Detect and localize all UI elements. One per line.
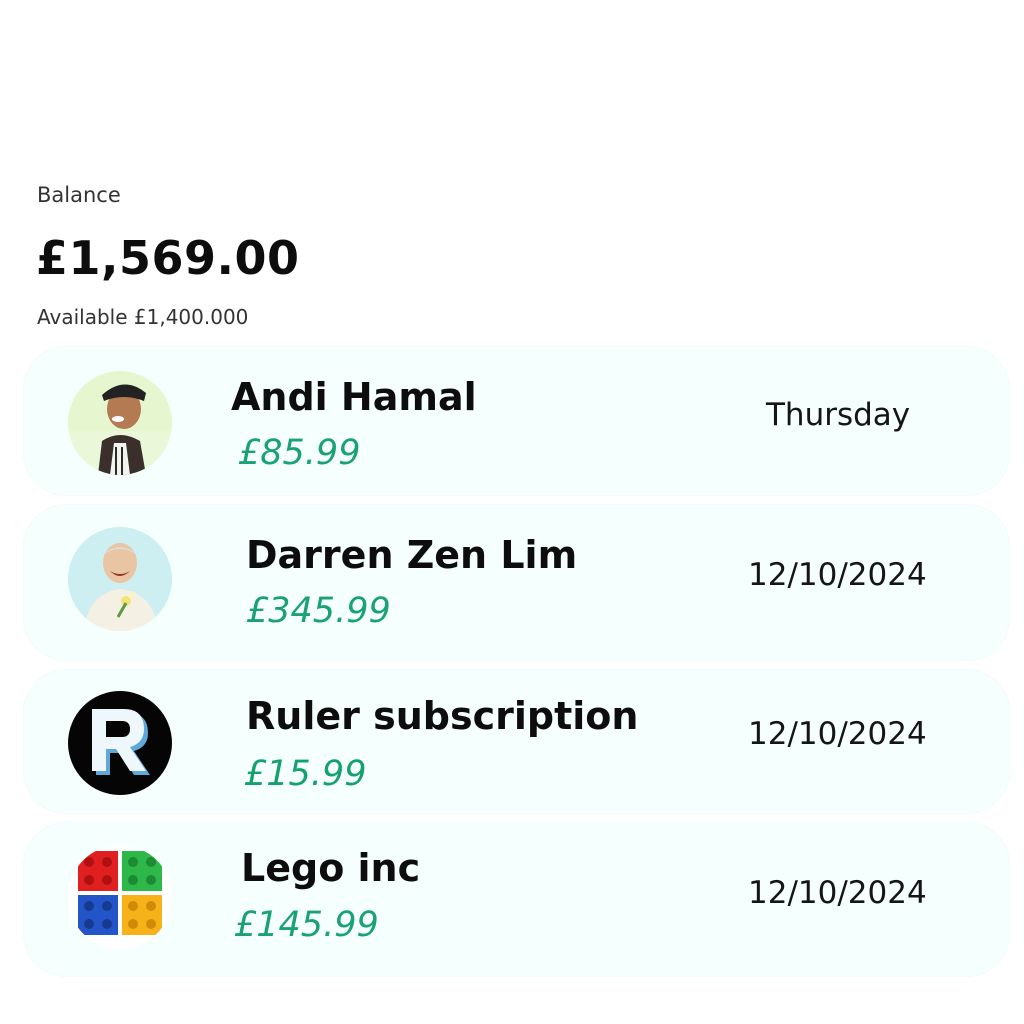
transaction-date: 12/10/2024	[748, 557, 927, 593]
person-chef-photo-icon	[68, 371, 172, 475]
transaction-name: Andi Hamal	[231, 375, 477, 419]
transaction-date: Thursday	[766, 397, 911, 433]
transaction-date: 12/10/2024	[748, 875, 927, 911]
transaction-card[interactable]: Lego inc £145.99 12/10/2024	[24, 823, 1009, 976]
transaction-amount: £345.99	[246, 591, 391, 631]
letter-r-logo-icon	[68, 691, 172, 795]
transaction-amount: £15.99	[244, 754, 367, 794]
balance-amount: £1,569.00	[36, 231, 300, 285]
transaction-name: Lego inc	[241, 846, 421, 890]
transaction-date: 12/10/2024	[748, 716, 927, 752]
transaction-card[interactable]: Darren Zen Lim £345.99 12/10/2024	[24, 505, 1009, 660]
transaction-name: Darren Zen Lim	[246, 533, 578, 577]
available-balance: Available £1,400.000	[37, 305, 249, 329]
lego-bricks-logo-icon	[68, 845, 172, 949]
transaction-card[interactable]: Andi Hamal £85.99 Thursday	[24, 347, 1009, 495]
balance-label: Balance	[37, 183, 121, 207]
transaction-amount: £85.99	[238, 433, 361, 473]
person-flowers-photo-icon	[68, 527, 172, 631]
banking-screen: Balance £1,569.00 Available £1,400.000 A…	[0, 0, 1024, 1024]
transaction-name: Ruler subscription	[246, 694, 639, 738]
transaction-amount: £145.99	[234, 905, 379, 945]
transaction-card[interactable]: Ruler subscription £15.99 12/10/2024	[24, 670, 1009, 813]
